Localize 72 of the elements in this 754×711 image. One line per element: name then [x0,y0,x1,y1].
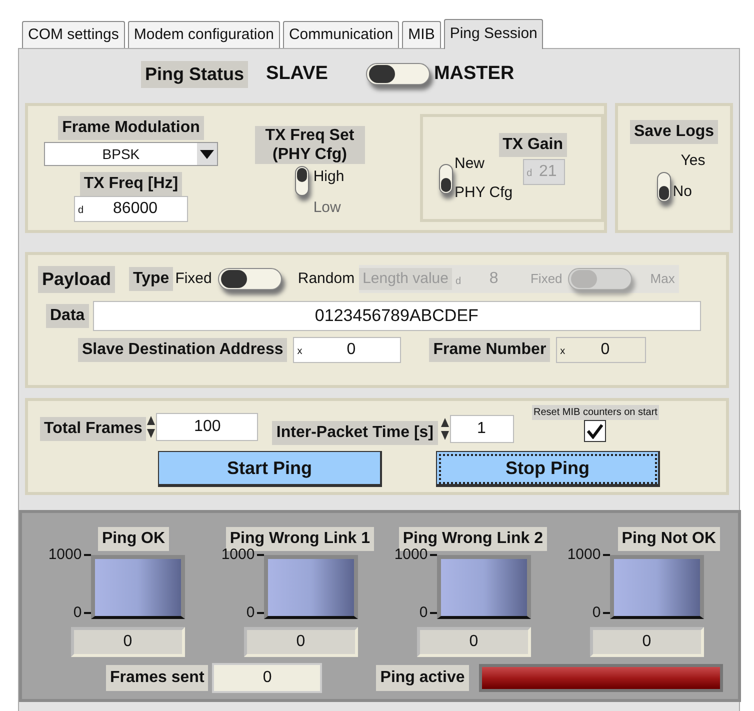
numeric-field[interactable]: d 86000 [74,196,188,222]
value-display: 0 [416,627,531,657]
numeric-field[interactable]: x 0 [293,337,402,363]
toggle-off-label: PHY Cfg [454,182,513,202]
scale-tick [256,612,264,614]
scale-min-label: 0 [419,605,428,621]
numeric-field[interactable]: x 0 [556,337,646,363]
toggle-switch[interactable] [656,172,671,202]
scale-tick [84,554,91,556]
control-label: Frame Number [429,338,550,362]
scale-max-label: 1000 [48,547,82,563]
control-label: TX Gain [498,133,568,157]
tab[interactable]: Ping Session [444,19,544,49]
scale-tick [602,554,610,556]
control-label: Save Logs [630,120,718,144]
control-label: Type [129,267,174,291]
toggle-off-label: Fixed [530,270,562,288]
toggle-on-label: Yes [680,151,706,171]
ping-button[interactable]: Stop Ping [436,451,660,487]
control-label: Reset MIB counters on start [532,405,660,420]
toggle-on-label: High [313,167,344,187]
toggle-on-label: New [454,154,486,174]
toggle-on-label: MASTER [434,62,514,86]
control-label: Length value [358,268,452,290]
toggle-off-label: Low [313,198,342,218]
control-label: Slave Destination Address [78,338,288,362]
value-display: 0 [212,663,322,693]
meter-label: Ping Not OK [618,527,720,551]
toggle-off-label: SLAVE [266,62,328,86]
numeric-field[interactable]: 100 [156,413,258,441]
control-label: Data [46,304,89,328]
data-field[interactable]: 0123456789ABCDEF [92,301,701,331]
scale-min-label: 0 [73,605,82,621]
value-display: 0 [590,627,704,657]
tab[interactable]: Modem configuration [128,21,280,48]
tab[interactable]: Communication [282,21,400,48]
modulation-dropdown[interactable]: BPSK [44,142,218,166]
toggle-off-label: No [672,182,693,202]
value-display: 0 [244,627,358,657]
control-label: Inter-Packet Time [s] [272,421,438,445]
scale-tick [430,554,437,556]
control-label: Ping active [376,665,469,691]
scale-tick [256,554,264,556]
control-label: TX Freq [Hz] [80,172,182,196]
tab[interactable]: COM settings [22,21,125,48]
scale-tick [602,612,610,614]
control-label: Total Frames [40,417,146,441]
scale-max-label: 1000 [567,547,601,563]
toggle-switch[interactable] [366,63,430,85]
scale-tick [430,612,437,614]
meter-label: Ping OK [98,527,170,551]
numeric-field[interactable]: 1 [450,415,514,443]
toggle-off-label: Fixed [175,268,212,289]
value-display: 0 [70,627,185,657]
scale-tick [84,612,91,614]
toggle-on-label: Random [298,268,355,289]
toggle-switch[interactable] [295,166,310,196]
scale-min-label: 0 [592,605,601,621]
control-label: Frames sent [106,665,208,691]
spin-buttons-icon[interactable] [146,415,156,439]
control-label: Frame Modulation [58,116,204,140]
ping-button[interactable]: Start Ping [158,451,382,487]
scale-min-label: 0 [246,605,255,621]
checkbox[interactable] [584,420,606,442]
tab[interactable]: MIB [402,21,441,48]
control-label: Payload [38,266,116,292]
control-label: TX Freq Set (PHY Cfg) [254,126,365,164]
spin-buttons-icon[interactable] [440,417,450,441]
toggle-switch[interactable] [218,268,282,290]
control-label: Ping Status [141,60,248,88]
dropdown-caret-icon[interactable] [196,143,217,165]
toggle-on-label: Max [650,270,676,288]
